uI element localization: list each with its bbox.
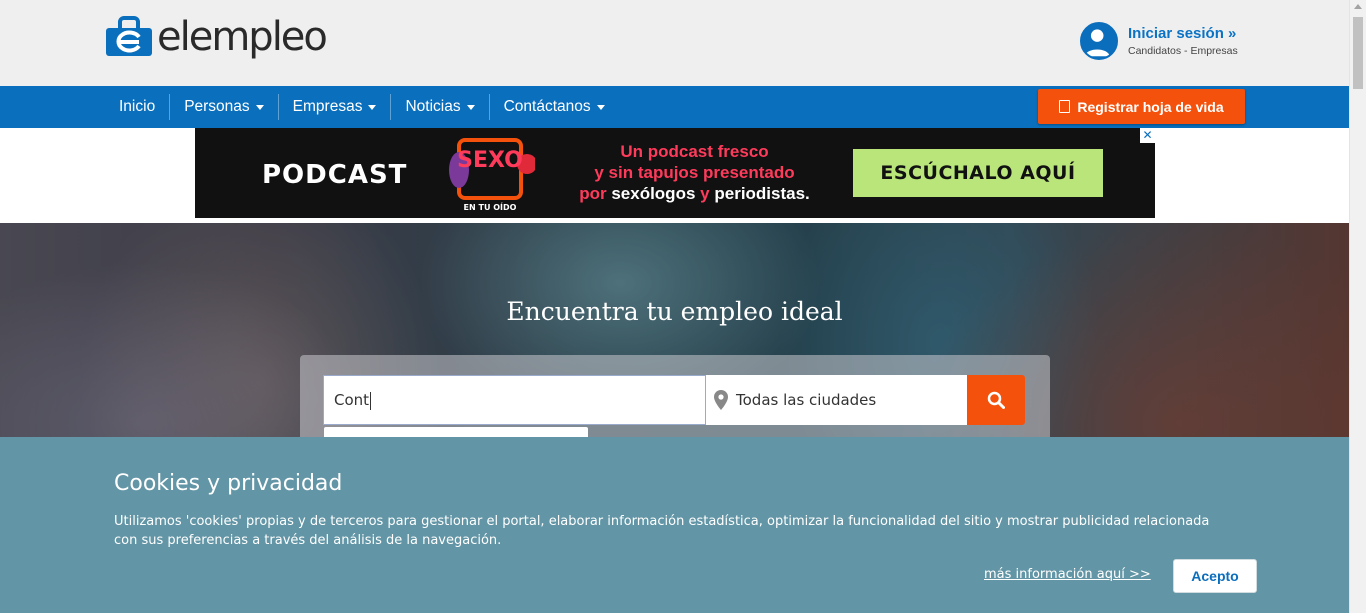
page-scrollbar[interactable] bbox=[1349, 0, 1366, 613]
login-subtitle: Candidatos - Empresas bbox=[1128, 45, 1238, 57]
ad-podcast-text: PODCAST bbox=[262, 160, 408, 190]
ad-copy-line: y sin tapujos presentado bbox=[594, 163, 795, 182]
logo-word: SEXO bbox=[457, 148, 523, 173]
elempleo-logo[interactable]: elempleo bbox=[105, 14, 328, 60]
main-nav: Inicio Personas Empresas Noticias Contác… bbox=[0, 86, 1349, 128]
city-select-value: Todas las ciudades bbox=[736, 391, 877, 409]
scroll-up-arrow-icon[interactable] bbox=[1354, 4, 1362, 9]
nav-item-inicio[interactable]: Inicio bbox=[105, 94, 169, 120]
city-select[interactable]: Todas las ciudades bbox=[706, 375, 968, 425]
login-link[interactable]: Iniciar sesión » bbox=[1128, 25, 1238, 42]
nav-item-empresas[interactable]: Empresas bbox=[277, 94, 391, 120]
document-icon bbox=[1059, 100, 1071, 113]
ad-copy-line: Un podcast fresco bbox=[620, 142, 769, 161]
caret-down-icon bbox=[466, 104, 475, 110]
logo-text: elempleo bbox=[157, 14, 328, 60]
user-avatar-icon[interactable] bbox=[1080, 22, 1118, 60]
job-search-input[interactable]: Cont bbox=[323, 375, 706, 425]
search-button[interactable] bbox=[967, 375, 1025, 425]
ad-close-icon[interactable]: ✕ bbox=[1140, 128, 1155, 143]
sexo-en-tu-oido-logo-icon: SEXO EN TU OÍDO bbox=[449, 138, 535, 212]
podcast-ad-banner[interactable]: PODCAST SEXO EN TU OÍDO Un podcast fresc… bbox=[195, 128, 1155, 218]
nav-item-label: Noticias bbox=[405, 98, 461, 115]
ad-copy-line: por sexólogos y periodistas. bbox=[579, 184, 810, 203]
register-cv-label: Registrar hoja de vida bbox=[1077, 98, 1224, 115]
site-header: elempleo Iniciar sesión » Candidatos - E… bbox=[0, 0, 1349, 86]
ad-area: PODCAST SEXO EN TU OÍDO Un podcast fresc… bbox=[0, 128, 1349, 223]
text-cursor bbox=[370, 391, 372, 410]
ad-copy: Un podcast fresco y sin tapujos presenta… bbox=[567, 141, 822, 204]
nav-item-personas[interactable]: Personas bbox=[169, 94, 277, 120]
login-area[interactable]: Iniciar sesión » Candidatos - Empresas bbox=[1080, 22, 1238, 60]
caret-down-icon bbox=[596, 104, 605, 110]
accept-cookies-button[interactable]: Acepto bbox=[1173, 559, 1257, 593]
search-icon bbox=[987, 391, 1005, 409]
nav-item-noticias[interactable]: Noticias bbox=[390, 94, 488, 120]
caret-down-icon bbox=[255, 104, 264, 110]
ad-listen-button[interactable]: ESCÚCHALO AQUÍ bbox=[853, 149, 1103, 197]
scroll-thumb[interactable] bbox=[1353, 17, 1363, 89]
register-cv-button[interactable]: Registrar hoja de vida bbox=[1038, 89, 1245, 124]
location-pin-icon bbox=[714, 390, 728, 410]
cookie-text: Utilizamos 'cookies' propias y de tercer… bbox=[114, 514, 1210, 548]
caret-down-icon bbox=[368, 104, 377, 110]
cookie-banner: Cookies y privacidad Utilizamos 'cookies… bbox=[0, 437, 1349, 613]
logo-tag: EN TU OÍDO bbox=[464, 201, 517, 212]
briefcase-logo-icon bbox=[106, 16, 152, 56]
hero-title: Encuentra tu empleo ideal bbox=[506, 297, 843, 326]
cookie-title: Cookies y privacidad bbox=[114, 471, 343, 496]
nav-item-contactanos[interactable]: Contáctanos bbox=[488, 94, 619, 120]
nav-item-label: Inicio bbox=[119, 98, 156, 115]
search-input-value: Cont bbox=[334, 391, 370, 409]
nav-item-label: Personas bbox=[184, 98, 250, 115]
cookie-more-info-link[interactable]: más información aquí >> bbox=[984, 567, 1151, 582]
nav-item-label: Contáctanos bbox=[503, 98, 591, 115]
nav-item-label: Empresas bbox=[292, 98, 363, 115]
